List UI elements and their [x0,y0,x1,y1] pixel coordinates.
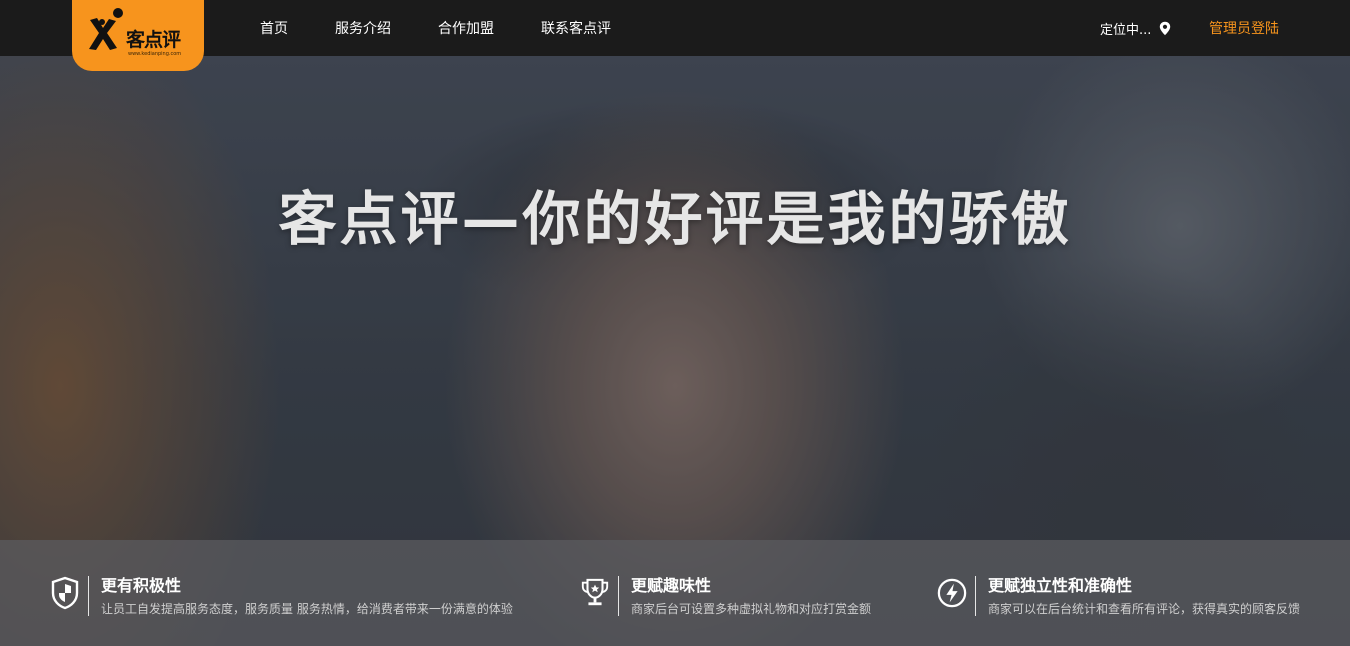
feature-description: 商家可以在后台统计和查看所有评论，获得真实的顾客反馈 [988,602,1301,616]
feature-title: 更赋趣味性 [631,576,712,595]
shield-icon [50,576,80,610]
trophy-icon [580,576,610,610]
location-label: 定位中... [1100,22,1152,38]
feature-item: 更赋趣味性 商家后台可设置多种虚拟礼物和对应打赏金额 [580,576,871,618]
logo-url: www.kedianping.com [128,51,182,57]
admin-login-link[interactable]: 管理员登陆 [1209,0,1279,56]
nav-menu: 首页 服务介绍 合作加盟 联系客点评 [260,0,658,56]
feature-divider [975,576,976,616]
feature-strip: 更有积极性 让员工自发提高服务态度，服务质量 服务热情，给消费者带来一份满意的体… [0,540,1350,646]
feature-title: 更有积极性 [101,576,182,595]
location-selector[interactable]: 定位中... [1100,0,1171,56]
logo-text: 客点评 [126,29,181,51]
map-pin-icon [1160,21,1171,35]
feature-divider [618,576,619,616]
feature-item: 更有积极性 让员工自发提高服务态度，服务质量 服务热情，给消费者带来一份满意的体… [50,576,513,618]
feature-text: 更有积极性 让员工自发提高服务态度，服务质量 服务热情，给消费者带来一份满意的体… [101,576,513,618]
lightning-icon [937,576,967,610]
logo-mark-icon [89,8,123,50]
feature-description: 商家后台可设置多种虚拟礼物和对应打赏金额 [631,602,872,616]
feature-item: 更赋独立性和准确性 商家可以在后台统计和查看所有评论，获得真实的顾客反馈 [937,576,1300,618]
nav-item-franchise[interactable]: 合作加盟 [438,18,494,38]
nav-item-home[interactable]: 首页 [260,18,288,38]
nav-item-services[interactable]: 服务介绍 [335,18,391,38]
brand-logo[interactable]: 客点评 www.kedianping.com [72,0,204,71]
feature-description: 让员工自发提高服务态度，服务质量 服务热情，给消费者带来一份满意的体验 [101,602,513,616]
feature-title: 更赋独立性和准确性 [988,576,1133,595]
feature-text: 更赋趣味性 商家后台可设置多种虚拟礼物和对应打赏金额 [631,576,871,618]
feature-divider [88,576,89,616]
feature-text: 更赋独立性和准确性 商家可以在后台统计和查看所有评论，获得真实的顾客反馈 [988,576,1300,618]
nav-item-contact[interactable]: 联系客点评 [541,18,611,38]
hero-title: 客点评—你的好评是我的骄傲 [278,185,1072,253]
